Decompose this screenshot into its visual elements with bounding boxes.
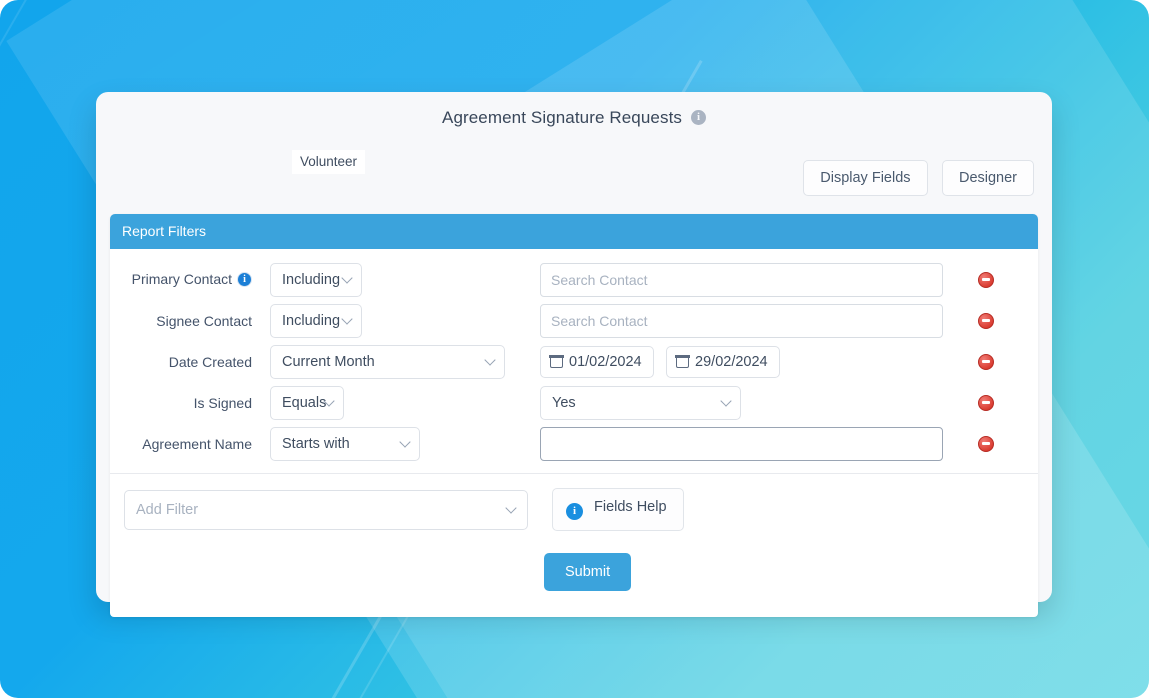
report-filters-body: Primary Contact i Including Signee Contac…	[110, 249, 1038, 617]
add-filter-placeholder: Add Filter	[136, 501, 199, 518]
designer-button[interactable]: Designer	[941, 160, 1034, 196]
value-cell	[540, 262, 978, 297]
chevron-down-icon	[399, 435, 411, 448]
operator-select-date-created[interactable]: Current Month	[270, 344, 505, 379]
tab-strip: Volunteer	[292, 150, 366, 174]
report-card: Agreement Signature Requests i Volunteer …	[96, 92, 1052, 617]
value-cell: 01/02/2024 29/02/2024	[540, 345, 978, 378]
title-info-icon[interactable]: i	[691, 109, 706, 125]
operator-value: Equals	[282, 394, 327, 411]
remove-filter-button-agreement-name[interactable]	[978, 435, 994, 452]
filter-label-text: Is Signed	[193, 394, 252, 411]
filter-row-primary-contact: Primary Contact i Including	[110, 259, 1038, 300]
operator-cell: Starts with	[270, 426, 540, 461]
operator-value: Starts with	[282, 435, 350, 452]
value-cell	[540, 426, 978, 461]
operator-value: Including	[282, 312, 341, 329]
page-title-row: Agreement Signature Requests i	[96, 108, 1052, 128]
agreement-name-input[interactable]	[540, 426, 943, 461]
search-contact-input-signee[interactable]	[540, 303, 943, 338]
date-to-picker[interactable]: 29/02/2024	[666, 345, 780, 378]
chevron-down-icon	[484, 353, 496, 366]
filter-label: Primary Contact i	[124, 271, 270, 288]
tab-volunteer[interactable]: Volunteer	[292, 150, 366, 174]
top-actions: Display Fields Designer	[793, 160, 1034, 196]
operator-value: Including	[282, 271, 341, 288]
filter-row-is-signed: Is Signed Equals Yes	[110, 382, 1038, 423]
remove-filter-button-primary-contact[interactable]	[978, 271, 994, 288]
remove-filter-button-is-signed[interactable]	[978, 394, 994, 411]
operator-cell: Current Month	[270, 344, 540, 379]
filter-row-date-created: Date Created Current Month 01/02/2024 29…	[110, 341, 1038, 382]
value-cell	[540, 303, 978, 338]
operator-cell: Including	[270, 262, 540, 297]
chevron-down-icon	[505, 501, 517, 514]
operator-select-primary-contact[interactable]: Including	[270, 262, 362, 297]
display-fields-button[interactable]: Display Fields	[803, 160, 928, 196]
info-icon: i	[566, 503, 583, 520]
chevron-down-icon	[720, 394, 732, 407]
operator-cell: Equals	[270, 385, 540, 420]
operator-select-signee-contact[interactable]: Including	[270, 303, 362, 338]
value-text: Yes	[552, 394, 576, 411]
remove-filter-button-date-created[interactable]	[978, 353, 994, 370]
filter-label: Is Signed	[124, 395, 270, 411]
operator-cell: Including	[270, 303, 540, 338]
primary-contact-info-icon[interactable]: i	[237, 271, 252, 287]
fields-help-label: Fields Help	[594, 499, 667, 515]
operator-select-agreement-name[interactable]: Starts with	[270, 426, 420, 461]
operator-value: Current Month	[282, 353, 375, 370]
filter-label-text: Agreement Name	[142, 435, 252, 452]
calendar-icon	[549, 354, 564, 368]
chevron-down-icon	[341, 271, 353, 284]
filter-label-text: Signee Contact	[156, 312, 252, 329]
calendar-icon	[675, 354, 690, 368]
chevron-down-icon	[341, 312, 353, 325]
filter-label-text: Date Created	[168, 353, 252, 370]
page-title: Agreement Signature Requests	[442, 108, 682, 127]
filter-label-text: Primary Contact	[131, 271, 232, 288]
date-from-picker[interactable]: 01/02/2024	[540, 345, 654, 378]
report-filters-panel: Report Filters Primary Contact i Includin…	[110, 214, 1038, 617]
submit-row: Submit	[110, 531, 1038, 617]
filter-label: Signee Contact	[124, 313, 270, 329]
value-select-is-signed[interactable]: Yes	[540, 385, 741, 420]
search-contact-input-primary[interactable]	[540, 262, 943, 297]
operator-select-is-signed[interactable]: Equals	[270, 385, 344, 420]
value-cell: Yes	[540, 385, 978, 420]
report-filters-title: Report Filters	[110, 214, 1038, 249]
remove-filter-button-signee-contact[interactable]	[978, 312, 994, 329]
filter-label: Agreement Name	[124, 436, 270, 452]
fields-help-button[interactable]: i Fields Help	[552, 488, 684, 531]
add-filter-row: Add Filter i Fields Help	[110, 474, 1038, 531]
add-filter-select[interactable]: Add Filter	[124, 489, 528, 530]
filter-label: Date Created	[124, 354, 270, 370]
date-to-value: 29/02/2024	[695, 353, 768, 370]
filter-row-agreement-name: Agreement Name Starts with	[110, 423, 1038, 464]
submit-button[interactable]: Submit	[544, 553, 632, 591]
date-from-value: 01/02/2024	[569, 353, 642, 370]
filter-row-signee-contact: Signee Contact Including	[110, 300, 1038, 341]
